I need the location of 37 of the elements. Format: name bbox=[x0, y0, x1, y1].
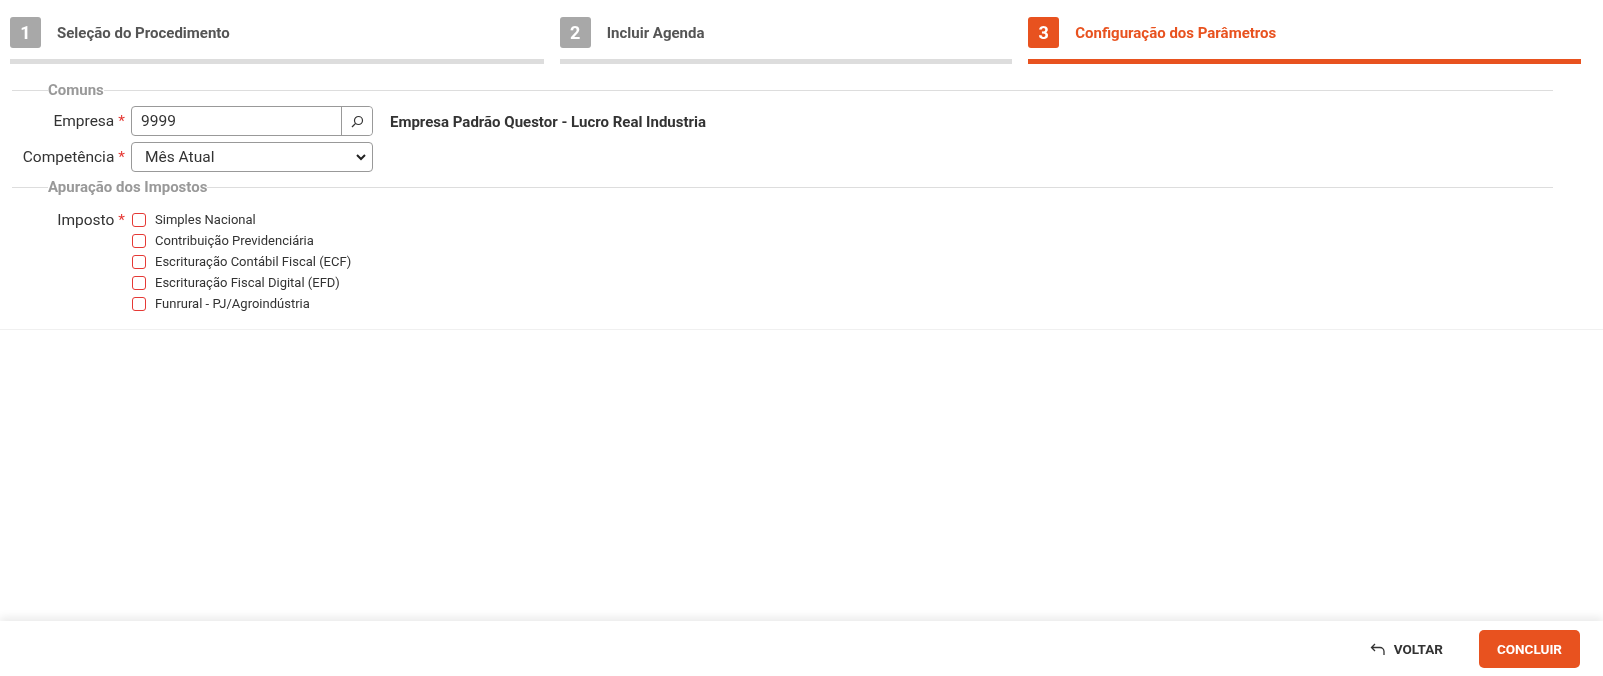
checkbox-label: Escrituração Fiscal Digital (EFD) bbox=[155, 275, 340, 290]
required-mark: * bbox=[118, 112, 125, 130]
checkbox[interactable] bbox=[132, 212, 146, 227]
search-button[interactable] bbox=[341, 107, 372, 135]
undo-arrow-icon bbox=[1369, 641, 1386, 656]
chevron-down-icon bbox=[356, 153, 366, 161]
checkbox-label: Simples Nacional bbox=[155, 212, 256, 227]
step-label: Seleção do Procedimento bbox=[57, 23, 230, 42]
step-number: 2 bbox=[559, 17, 591, 48]
required-mark: * bbox=[118, 148, 125, 166]
checkbox-label: Escrituração Contábil Fiscal (ECF) bbox=[155, 254, 352, 269]
step-number: 3 bbox=[1028, 17, 1060, 48]
back-button[interactable]: VOLTAR bbox=[1369, 632, 1443, 665]
checkbox[interactable] bbox=[132, 233, 146, 248]
checkbox[interactable] bbox=[132, 296, 146, 311]
company-field[interactable]: 9999 bbox=[131, 106, 373, 136]
step-tab[interactable]: 3 Configuração dos Parâmetros bbox=[1028, 17, 1581, 64]
step-tab[interactable]: 2 Incluir Agenda bbox=[559, 17, 1013, 64]
required-mark: * bbox=[118, 211, 125, 229]
checkbox-label: Funrural - PJ/Agroindústria bbox=[155, 296, 310, 311]
section-title: Apuração dos Impostos bbox=[48, 178, 208, 196]
finish-button[interactable]: CONCLUIR bbox=[1478, 629, 1580, 668]
search-icon bbox=[350, 114, 364, 128]
company-code: 9999 bbox=[140, 112, 177, 130]
step-tab[interactable]: 1 Seleção do Procedimento bbox=[10, 17, 544, 64]
step-number: 1 bbox=[10, 17, 41, 48]
field-label: Competência bbox=[22, 148, 115, 166]
step-label: Configuração dos Parâmetros bbox=[1075, 23, 1277, 42]
checkbox-label: Contribuição Previdenciária bbox=[155, 233, 314, 248]
checkbox[interactable] bbox=[132, 254, 146, 269]
field-label: Empresa bbox=[53, 112, 115, 130]
field-label: Imposto bbox=[57, 211, 115, 229]
step-label: Incluir Agenda bbox=[606, 23, 705, 42]
company-name: Empresa Padrão Questor - Lucro Real Industria bbox=[390, 112, 707, 131]
checkbox[interactable] bbox=[132, 275, 146, 290]
section-title: Comuns bbox=[48, 81, 104, 99]
period-select[interactable]: Mês Atual bbox=[131, 142, 373, 172]
